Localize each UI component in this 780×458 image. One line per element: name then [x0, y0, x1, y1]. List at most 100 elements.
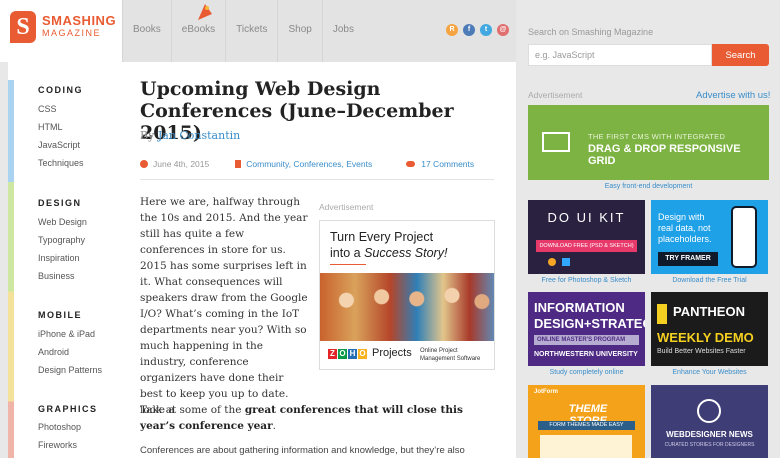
zoho-headline-line2a: into a — [330, 246, 361, 260]
zoho-logo-letter: H — [348, 349, 357, 359]
jotform-brand: JotForm — [534, 389, 558, 395]
ad-tile-framer[interactable]: Design with real data, not placeholders.… — [651, 200, 768, 274]
article-categories-link[interactable]: Community, Conferences, Events — [246, 159, 372, 169]
ad-tile-webdesigner-news[interactable]: WEBDESIGNER NEWS CURATED STORIES FOR DES… — [651, 385, 768, 458]
nav-item-shop[interactable]: Shop — [277, 0, 321, 62]
twitter-icon[interactable]: t — [480, 24, 492, 36]
article-area: CODING CSS HTML JavaScript Techniques DE… — [8, 62, 516, 458]
category-title-coding[interactable]: CODING — [38, 85, 83, 95]
inline-ad-label: Advertisement — [319, 202, 374, 212]
banner-caption[interactable]: Easy front-end development — [528, 183, 769, 190]
sidebar-link-techniques[interactable]: Techniques — [38, 158, 84, 168]
rss-icon[interactable]: R — [446, 24, 458, 36]
cms-banner-ad[interactable]: THE FIRST CMS WITH INTEGRATED DRAG & DRO… — [528, 105, 769, 180]
weekly-demo-title: WEEKLY DEMO — [657, 330, 754, 345]
pantheon-bolt-icon — [657, 304, 667, 324]
sidebar-link-html[interactable]: HTML — [38, 122, 63, 132]
site-logo[interactable]: S SMASHING MAGAZINE — [0, 0, 122, 62]
article-paragraph-2: Conferences are about gathering informat… — [140, 445, 465, 456]
article-date: June 4th, 2015 — [153, 159, 210, 169]
zoho-product: Projects — [372, 347, 412, 359]
framer-title: Design with real data, not placeholders. — [658, 212, 712, 244]
zoho-headline-line2b: Success Story! — [364, 246, 448, 260]
zoho-underline — [330, 264, 366, 265]
wdn-title: WEBDESIGNER NEWS — [666, 430, 753, 439]
search-label: Search on Smashing Magazine — [528, 27, 654, 37]
main-nav: Books eBooks Tickets Shop Jobs — [122, 0, 364, 62]
advertise-link[interactable]: Advertise with us! — [696, 90, 770, 101]
article-byline: By Jan Constantin — [140, 129, 240, 142]
info-design-title2: DESIGN+STRATEGY — [534, 316, 645, 331]
sidebar-link-iphone-ipad[interactable]: iPhone & iPad — [38, 329, 95, 339]
pantheon-title: PANTHEON — [673, 304, 745, 319]
right-ad-label: Advertisement — [528, 90, 583, 100]
comments-link[interactable]: 17 Comments — [421, 159, 474, 169]
zoho-headline-line1: Turn Every Project — [330, 230, 434, 244]
zoho-logo-letter: O — [338, 349, 347, 359]
sidebar-link-business[interactable]: Business — [38, 271, 75, 281]
zoho-ad-headline: Turn Every Project into a Success Story! — [330, 229, 447, 261]
category-title-graphics[interactable]: GRAPHICS — [38, 404, 98, 414]
nav-item-books[interactable]: Books — [122, 0, 171, 62]
do-ui-kit-caption[interactable]: Free for Photoshop & Sketch — [528, 277, 645, 284]
pantheon-caption[interactable]: Enhance Your Websites — [651, 369, 768, 376]
paragraph-text: look at some of the — [140, 404, 242, 416]
category-title-design[interactable]: DESIGN — [38, 198, 82, 208]
do-ui-kit-title: DO UI KIT — [547, 210, 626, 225]
phone-mockup-icon — [731, 206, 757, 268]
facebook-icon[interactable]: f — [463, 24, 475, 36]
university-name: NORTHWESTERN UNIVERSITY — [534, 351, 638, 358]
masters-band: ONLINE MASTER'S PROGRAM — [534, 335, 639, 345]
category-title-mobile[interactable]: MOBILE — [38, 310, 82, 320]
search-input[interactable] — [528, 44, 712, 66]
clock-icon — [140, 160, 148, 168]
sidebar-link-design-patterns[interactable]: Design Patterns — [38, 365, 102, 375]
banner-line1: THE FIRST CMS WITH INTEGRATED — [588, 132, 726, 141]
sidebar-link-web-design[interactable]: Web Design — [38, 217, 87, 227]
zoho-logo-letter: O — [358, 349, 367, 359]
logo-title: SMASHING — [42, 13, 117, 28]
nav-item-jobs[interactable]: Jobs — [321, 0, 364, 62]
sidebar-link-fireworks[interactable]: Fireworks — [38, 440, 77, 450]
sidebar-link-inspiration[interactable]: Inspiration — [38, 253, 80, 263]
logo-subtitle: MAGAZINE — [42, 28, 102, 38]
sidebar-link-css[interactable]: CSS — [38, 104, 57, 114]
sidebar-link-photoshop[interactable]: Photoshop — [38, 422, 81, 432]
pantheon-subtitle: Build Better Websites Faster — [657, 348, 746, 355]
zoho-tagline: Online Project Management Software — [420, 348, 481, 362]
paragraph-period: . — [272, 420, 276, 432]
nav-item-tickets[interactable]: Tickets — [225, 0, 277, 62]
bookmark-icon — [235, 160, 242, 168]
ad-tile-pantheon[interactable]: PANTHEON WEEKLY DEMO Build Better Websit… — [651, 292, 768, 366]
ad-tile-jotform[interactable]: JotForm THEME STORE FORM THEMES MADE EAS… — [528, 385, 645, 458]
ad-tile-northwestern[interactable]: INFORMATION DESIGN+STRATEGY ONLINE MASTE… — [528, 292, 645, 366]
sketch-icon — [548, 258, 556, 266]
do-ui-kit-button: DOWNLOAD FREE (PSD & SKETCH) — [536, 240, 637, 252]
social-links: R f t @ — [446, 24, 509, 36]
wdn-subtitle: CURATED STORIES FOR DESIGNERS — [664, 442, 755, 448]
logo-icon: S — [10, 11, 36, 43]
zoho-logo-letter: Z — [328, 349, 337, 359]
author-link[interactable]: Jan Constantin — [158, 129, 240, 142]
ad-tile-do-ui-kit[interactable]: DO UI KIT DOWNLOAD FREE (PSD & SKETCH) — [528, 200, 645, 274]
email-icon[interactable]: @ — [497, 24, 509, 36]
search-button[interactable]: Search — [712, 44, 769, 66]
photoshop-icon — [562, 258, 570, 266]
byline-prefix: By — [140, 129, 155, 142]
article-paragraph-1: Here we are, halfway through the 10s and… — [140, 196, 308, 416]
sidebar-link-typography[interactable]: Typography — [38, 235, 85, 245]
comment-icon — [406, 161, 416, 167]
article-meta: June 4th, 2015 Community, Conferences, E… — [140, 159, 474, 169]
sidebar-link-javascript[interactable]: JavaScript — [38, 140, 80, 150]
form-themes-preview — [540, 435, 632, 458]
framer-caption[interactable]: Download the Free Trial — [651, 277, 768, 284]
northwestern-caption[interactable]: Study completely online — [528, 369, 645, 376]
zoho-logo: Z O H O — [328, 349, 367, 359]
category-color-strip — [8, 80, 14, 458]
zoho-projects-ad[interactable]: Turn Every Project into a Success Story!… — [319, 220, 495, 370]
cat-mascot-icon — [198, 4, 212, 20]
jotform-subtitle: FORM THEMES MADE EASY — [538, 421, 635, 430]
sidebar-link-android[interactable]: Android — [38, 347, 69, 357]
meta-divider — [140, 179, 494, 180]
zoho-team-photo — [320, 273, 494, 341]
